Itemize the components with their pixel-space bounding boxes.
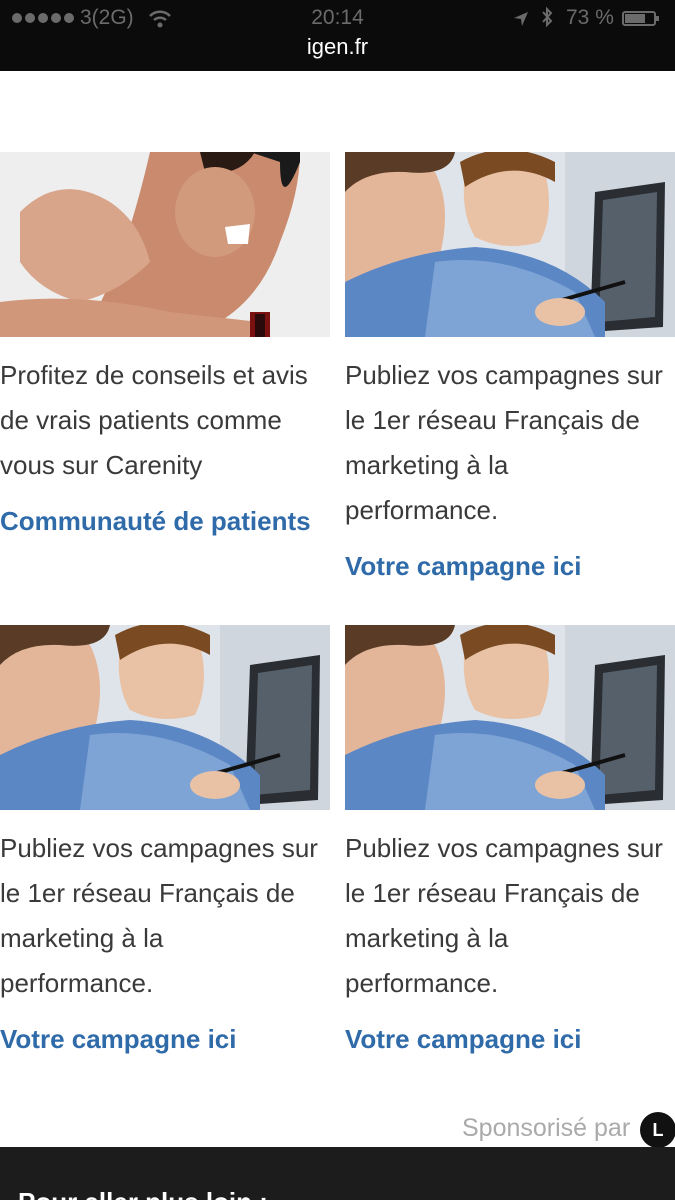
sponsored-by-label[interactable]: Sponsorisé par [462, 1114, 630, 1143]
related-section: Pour aller plus loin : [0, 1147, 675, 1200]
ad-cta-link[interactable]: Votre campagne ici [345, 551, 582, 582]
ad-image[interactable] [345, 625, 675, 810]
status-bar: 3(2G) 20:14 73 % igen.fr [0, 0, 675, 71]
status-row: 3(2G) 20:14 73 % [0, 4, 675, 32]
ad-image[interactable] [0, 625, 330, 810]
related-section-title: Pour aller plus loin : [18, 1187, 268, 1200]
battery-percent: 73 % [566, 6, 614, 29]
ad-description: Publiez vos campagnes sur le 1er réseau … [0, 833, 318, 998]
ad-cta-link[interactable]: Communauté de patients [0, 506, 311, 537]
sponsor-logo[interactable]: L [640, 1112, 675, 1148]
ad-description: Profitez de conseils et avis de vrais pa… [0, 360, 308, 480]
ad-cta-link[interactable]: Votre campagne ici [0, 1024, 237, 1055]
ad-cta-link[interactable]: Votre campagne ici [345, 1024, 582, 1055]
ad-image[interactable] [0, 152, 330, 337]
bluetooth-icon [540, 6, 554, 36]
address-bar-url[interactable]: igen.fr [0, 34, 675, 60]
ad-image[interactable] [345, 152, 675, 337]
location-arrow-icon [512, 8, 530, 36]
battery-icon [622, 11, 659, 26]
ad-description: Publiez vos campagnes sur le 1er réseau … [345, 833, 663, 998]
ad-description: Publiez vos campagnes sur le 1er réseau … [345, 360, 663, 525]
